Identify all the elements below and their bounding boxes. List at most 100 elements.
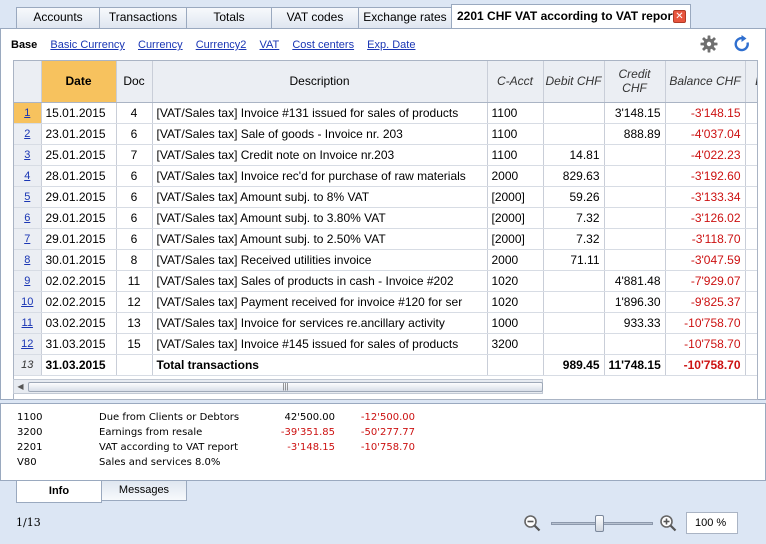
tab-vat-report[interactable]: 2201 CHF VAT according to VAT report ✕: [451, 4, 691, 28]
cell-description[interactable]: [VAT/Sales tax] Received utilities invoi…: [152, 249, 488, 271]
row-number[interactable]: 11: [14, 312, 42, 334]
cell-balance[interactable]: -3'133.34: [665, 186, 746, 208]
cell-credit[interactable]: [604, 186, 666, 208]
cell-credit[interactable]: [604, 207, 666, 229]
cell-c-acct[interactable]: 2000: [487, 165, 544, 187]
cell-doc[interactable]: 15: [116, 333, 153, 355]
row-number[interactable]: 2: [14, 123, 42, 145]
view-basic-currency[interactable]: Basic Currency: [50, 39, 125, 51]
row-number[interactable]: 7: [14, 228, 42, 250]
cell-date[interactable]: 28.01.2015: [41, 165, 117, 187]
column-date[interactable]: Date: [41, 61, 117, 103]
gear-icon[interactable]: [700, 35, 718, 53]
table-row[interactable]: 12 31.03.2015 15 [VAT/Sales tax] Invoice #1…: [14, 333, 757, 355]
tab-totals[interactable]: Totals: [186, 7, 272, 28]
cell-extra[interactable]: [745, 123, 757, 145]
horizontal-scrollbar[interactable]: ◀ |||: [13, 379, 543, 394]
cell-c-acct[interactable]: 1020: [487, 270, 544, 292]
cell-date[interactable]: 02.02.2015: [41, 291, 117, 313]
cell-date[interactable]: 30.01.2015: [41, 249, 117, 271]
zoom-input[interactable]: 100 %: [686, 512, 738, 534]
zoom-slider-knob[interactable]: [595, 515, 604, 532]
cell-extra[interactable]: [745, 312, 757, 334]
cell-debit[interactable]: [543, 270, 605, 292]
cell-debit[interactable]: 7.32: [543, 207, 605, 229]
row-number[interactable]: 4: [14, 165, 42, 187]
zoom-out-icon[interactable]: [523, 514, 541, 532]
row-number[interactable]: 13: [14, 354, 42, 376]
cell-c-acct[interactable]: 1020: [487, 291, 544, 313]
cell-credit[interactable]: 1'896.30: [604, 291, 666, 313]
table-row[interactable]: 11 03.02.2015 13 [VAT/Sales tax] Invoice fo…: [14, 312, 757, 334]
cell-debit[interactable]: 59.26: [543, 186, 605, 208]
cell-extra[interactable]: [745, 333, 757, 355]
row-number[interactable]: 3: [14, 144, 42, 166]
row-number[interactable]: 9: [14, 270, 42, 292]
cell-balance[interactable]: -7'929.07: [665, 270, 746, 292]
cell-description[interactable]: [VAT/Sales tax] Sales of products in cas…: [152, 270, 488, 292]
table-row[interactable]: 10 02.02.2015 12 [VAT/Sales tax] Payment re…: [14, 291, 757, 313]
cell-description[interactable]: [VAT/Sales tax] Invoice #145 issued for …: [152, 333, 488, 355]
column-debit[interactable]: Debit CHF: [543, 61, 605, 103]
column-description[interactable]: Description: [152, 61, 488, 103]
cell-credit[interactable]: 933.33: [604, 312, 666, 334]
cell-date[interactable]: 23.01.2015: [41, 123, 117, 145]
table-row[interactable]: 6 29.01.2015 6 [VAT/Sales tax] Amount subj.…: [14, 207, 757, 229]
cell-extra[interactable]: [745, 249, 757, 271]
tab-exchange-rates[interactable]: Exchange rates: [358, 7, 452, 28]
cell-credit[interactable]: [604, 249, 666, 271]
cell-credit[interactable]: 3'148.15: [604, 102, 666, 124]
cell-c-acct[interactable]: 1100: [487, 123, 544, 145]
cell-balance[interactable]: -10'758.70: [665, 333, 746, 355]
refresh-icon[interactable]: [732, 34, 752, 54]
cell-description[interactable]: [VAT/Sales tax] Amount subj. to 2.50% VA…: [152, 228, 488, 250]
view-base[interactable]: Base: [11, 39, 37, 51]
cell-description[interactable]: [VAT/Sales tax] Amount subj. to 3.80% VA…: [152, 207, 488, 229]
cell-debit[interactable]: [543, 291, 605, 313]
zoom-in-icon[interactable]: [659, 514, 677, 532]
cell-c-acct[interactable]: 1000: [487, 312, 544, 334]
tab-vat-codes[interactable]: VAT codes: [271, 7, 359, 28]
cell-balance[interactable]: -3'148.15: [665, 102, 746, 124]
scrollbar-thumb[interactable]: |||: [28, 382, 543, 392]
table-row[interactable]: 2 23.01.2015 6 [VAT/Sales tax] Sale of good…: [14, 123, 757, 145]
tab-accounts[interactable]: Accounts: [16, 7, 100, 28]
view-exp-date[interactable]: Exp. Date: [367, 39, 415, 51]
cell-doc[interactable]: 6: [116, 165, 153, 187]
cell-balance[interactable]: -10'758.70: [665, 354, 746, 376]
table-row[interactable]: 5 29.01.2015 6 [VAT/Sales tax] Amount subj.…: [14, 186, 757, 208]
cell-description[interactable]: [VAT/Sales tax] Payment received for inv…: [152, 291, 488, 313]
cell-credit[interactable]: [604, 144, 666, 166]
cell-c-acct[interactable]: [2000]: [487, 186, 544, 208]
cell-credit[interactable]: [604, 333, 666, 355]
cell-date[interactable]: 31.03.2015: [41, 354, 117, 376]
table-row[interactable]: 9 02.02.2015 11 [VAT/Sales tax] Sales of pr…: [14, 270, 757, 292]
cell-extra[interactable]: [745, 207, 757, 229]
cell-c-acct[interactable]: 3200: [487, 333, 544, 355]
row-number[interactable]: 1: [14, 102, 42, 124]
cell-balance[interactable]: -9'825.37: [665, 291, 746, 313]
column-extra[interactable]: D: [745, 61, 757, 103]
cell-extra[interactable]: [745, 270, 757, 292]
cell-balance[interactable]: -4'022.23: [665, 144, 746, 166]
cell-debit[interactable]: 7.32: [543, 228, 605, 250]
cell-doc[interactable]: 8: [116, 249, 153, 271]
cell-debit[interactable]: [543, 102, 605, 124]
cell-doc[interactable]: 6: [116, 123, 153, 145]
table-row[interactable]: 8 30.01.2015 8 [VAT/Sales tax] Received uti…: [14, 249, 757, 271]
cell-debit[interactable]: 14.81: [543, 144, 605, 166]
cell-date[interactable]: 02.02.2015: [41, 270, 117, 292]
cell-doc[interactable]: 11: [116, 270, 153, 292]
row-number[interactable]: 12: [14, 333, 42, 355]
cell-balance[interactable]: -3'192.60: [665, 165, 746, 187]
cell-extra[interactable]: [745, 102, 757, 124]
cell-date[interactable]: 29.01.2015: [41, 186, 117, 208]
row-number[interactable]: 10: [14, 291, 42, 313]
cell-extra[interactable]: [745, 144, 757, 166]
column-credit[interactable]: Credit CHF: [604, 61, 666, 103]
cell-date[interactable]: 29.01.2015: [41, 207, 117, 229]
view-currency[interactable]: Currency: [138, 39, 183, 51]
cell-description[interactable]: [VAT/Sales tax] Invoice rec'd for purcha…: [152, 165, 488, 187]
cell-c-acct[interactable]: [487, 354, 544, 376]
cell-c-acct[interactable]: 1100: [487, 102, 544, 124]
